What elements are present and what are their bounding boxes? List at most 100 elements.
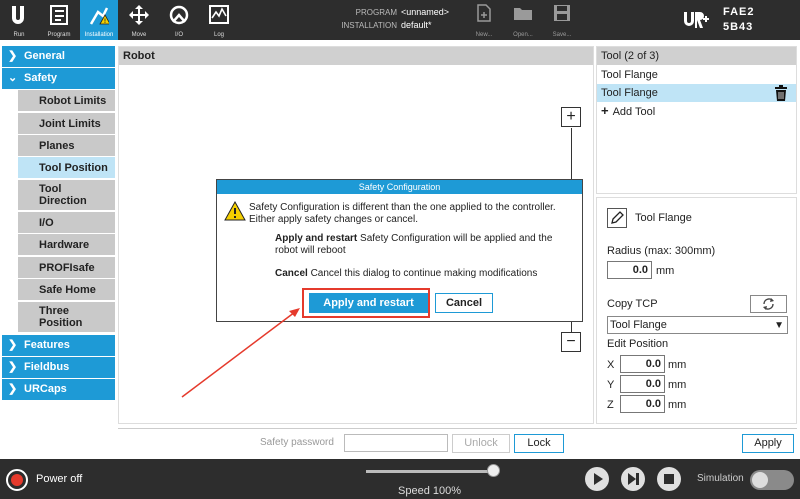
simulation-label: Simulation	[697, 473, 744, 484]
sidebar-item-safe-home[interactable]: Safe Home	[18, 279, 115, 300]
nav-installation-label: Installation	[84, 32, 114, 38]
apply-button[interactable]: Apply	[742, 434, 794, 453]
radius-input[interactable]: 0.0	[607, 261, 652, 279]
chevron-right-icon: ❯	[8, 50, 18, 62]
nav-installation[interactable]: ! Installation	[80, 0, 118, 40]
robot-id-line1: FAE2	[723, 6, 755, 18]
move-icon	[129, 5, 149, 25]
z-input[interactable]: 0.0	[620, 395, 665, 413]
sidebar-item-label: PROFIsafe	[39, 261, 95, 274]
open-folder-icon	[514, 8, 532, 20]
sidebar-item-label: Joint Limits	[39, 117, 101, 130]
lock-button[interactable]: Lock	[514, 434, 564, 453]
chevron-right-icon: ❯	[8, 361, 18, 373]
new-button[interactable]: New...	[469, 4, 499, 38]
zoom-in-button[interactable]: +	[561, 107, 581, 127]
dialog-cancel-button[interactable]: Cancel	[435, 293, 493, 313]
y-unit: mm	[668, 379, 687, 391]
dropdown-arrow-icon: ▼	[774, 320, 784, 331]
nav-move[interactable]: Move	[120, 0, 158, 40]
sidebar-section-label: General	[24, 50, 65, 62]
y-input[interactable]: 0.0	[620, 375, 665, 393]
sidebar-item-io[interactable]: I/O	[18, 212, 115, 233]
program-value: <unnamed>	[401, 7, 450, 17]
sidebar-item-label: Safe Home	[39, 283, 96, 296]
copy-tcp-dropdown[interactable]: Tool Flange ▼	[607, 316, 788, 334]
sidebar-item-label: Planes	[39, 139, 75, 152]
simulation-toggle[interactable]	[750, 470, 794, 490]
sidebar-section-general[interactable]: ❯ General	[2, 46, 115, 67]
sidebar-item-label: I/O	[39, 216, 54, 229]
password-input[interactable]	[344, 434, 448, 452]
installation-value: default*	[401, 20, 432, 30]
unlock-button[interactable]: Unlock	[452, 434, 510, 453]
highlight-box	[302, 288, 430, 318]
x-input[interactable]: 0.0	[620, 355, 665, 373]
log-icon	[209, 5, 229, 24]
sidebar-item-label: Hardware	[39, 238, 90, 251]
sidebar-item-fill	[88, 180, 115, 210]
nav-run[interactable]: Run	[0, 0, 38, 40]
run-icon	[12, 6, 24, 24]
stop-icon	[664, 474, 674, 484]
chevron-right-icon: ❯	[8, 339, 18, 351]
nav-program[interactable]: Program	[40, 0, 78, 40]
edit-name-button[interactable]	[607, 208, 627, 228]
speed-slider-handle[interactable]	[487, 464, 500, 477]
nav-program-label: Program	[47, 32, 71, 38]
nav-io[interactable]: I/O	[160, 0, 198, 40]
sidebar-item-tool-direction[interactable]: Tool Direction	[18, 180, 88, 210]
tool-panel-title: Tool (2 of 3)	[597, 47, 796, 65]
tool-list-item-selected[interactable]: Tool Flange	[597, 84, 796, 102]
z-unit: mm	[668, 399, 687, 411]
sidebar-item-planes[interactable]: Planes	[18, 135, 115, 156]
step-button[interactable]	[621, 467, 645, 491]
sidebar-section-fieldbus[interactable]: ❯ Fieldbus	[2, 357, 115, 378]
sidebar-item-robot-limits[interactable]: Robot Limits	[18, 90, 115, 111]
warning-icon	[224, 201, 246, 221]
password-bar: Safety password Unlock Lock Apply	[118, 428, 797, 456]
svg-text:!: !	[104, 19, 106, 25]
sidebar-section-label: URCaps	[24, 383, 67, 395]
sidebar-item-hardware[interactable]: Hardware	[18, 234, 115, 255]
chevron-right-icon: ❯	[8, 383, 18, 395]
speed-label: Speed 100%	[398, 485, 461, 497]
power-icon[interactable]	[6, 469, 28, 491]
save-button[interactable]: Save...	[547, 4, 577, 38]
copy-tcp-value: Tool Flange	[610, 319, 667, 331]
dialog-title: Safety Configuration	[217, 180, 582, 194]
refresh-button[interactable]	[750, 295, 787, 313]
sidebar-item-label: Three Position	[39, 305, 83, 329]
power-label[interactable]: Power off	[36, 473, 82, 485]
sidebar-item-tool-position[interactable]: Tool Position	[18, 157, 115, 178]
sidebar-section-urcaps[interactable]: ❯ URCaps	[2, 379, 115, 400]
chevron-down-icon: ⌄	[8, 72, 18, 84]
tool-list-item[interactable]: Tool Flange	[597, 66, 796, 84]
sidebar-item-three-position[interactable]: Three Position	[18, 302, 88, 332]
speed-slider-track[interactable]	[366, 470, 496, 473]
installation-key: INSTALLATION	[341, 21, 397, 30]
zoom-out-button[interactable]: −	[561, 332, 581, 352]
x-label: X	[607, 359, 615, 371]
open-button-label: Open...	[513, 32, 533, 38]
nav-log-label: Log	[213, 32, 224, 38]
play-button[interactable]	[585, 467, 609, 491]
sidebar-section-safety[interactable]: ⌄ Safety	[2, 68, 115, 89]
sidebar-item-profisafe[interactable]: PROFIsafe	[18, 257, 115, 278]
nav-log[interactable]: Log	[200, 0, 238, 40]
program-info: PROGRAM <unnamed> INSTALLATION default*	[333, 6, 449, 32]
sidebar-item-label: Robot Limits	[39, 94, 107, 107]
add-tool-button[interactable]: + Add Tool	[597, 102, 796, 120]
footer-bar: Power off Speed 100% Simulation	[0, 459, 800, 499]
y-label: Y	[607, 379, 615, 391]
sidebar-item-joint-limits[interactable]: Joint Limits	[18, 113, 115, 134]
dialog-message: Safety Configuration is different than t…	[249, 202, 556, 225]
sidebar-section-features[interactable]: ❯ Features	[2, 335, 115, 356]
trash-icon[interactable]	[774, 85, 788, 101]
stop-button[interactable]	[657, 467, 681, 491]
sidebar: ❯ General ⌄ Safety Robot Limits Joint Li…	[0, 44, 116, 456]
sidebar-item-label: Tool Position	[39, 161, 108, 174]
sidebar-section-label: Safety	[24, 72, 58, 84]
refresh-icon	[763, 298, 774, 310]
open-button[interactable]: Open...	[508, 4, 538, 38]
